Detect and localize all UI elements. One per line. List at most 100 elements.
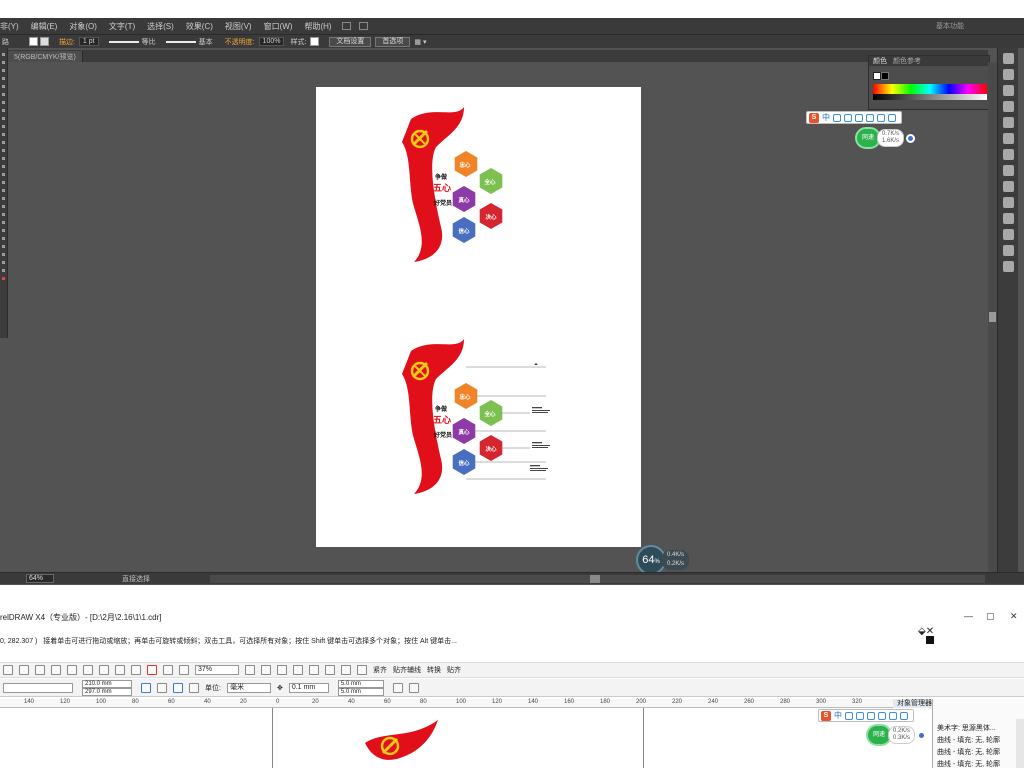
color-spectrum[interactable] bbox=[873, 84, 987, 100]
zoom-field[interactable]: 64% bbox=[26, 574, 54, 583]
horizontal-scroll-thumb[interactable] bbox=[590, 575, 600, 583]
menu-item-window[interactable]: 窗口(W) bbox=[258, 21, 299, 32]
color-guide-tab[interactable]: 颜色参考 bbox=[893, 56, 921, 66]
artboards-dock-icon[interactable] bbox=[1003, 213, 1014, 224]
ime-lang-label-2[interactable]: 中 bbox=[834, 710, 842, 721]
fill-swatch[interactable] bbox=[29, 37, 38, 46]
preferences-button[interactable]: 首选项 bbox=[375, 36, 411, 47]
document-tab[interactable]: 5(RGB/CMYK/预览) bbox=[8, 51, 83, 62]
paper-type-combo[interactable] bbox=[3, 682, 73, 693]
pathfinder-dock-icon[interactable] bbox=[1003, 261, 1014, 272]
nudge-field[interactable]: 0.1 mm bbox=[288, 682, 329, 693]
eraser-icon[interactable] bbox=[2, 141, 5, 144]
lasso-icon[interactable] bbox=[2, 77, 5, 80]
eyedropper-icon[interactable] bbox=[2, 213, 5, 216]
artboard-tool-icon[interactable] bbox=[2, 245, 5, 248]
workspace-switcher[interactable]: 基本功能 bbox=[936, 21, 964, 31]
menu-item-view[interactable]: 视图(V) bbox=[219, 21, 258, 32]
ime-moon-icon[interactable] bbox=[833, 113, 841, 122]
stroke-profile-uniform[interactable]: 等比 bbox=[142, 37, 156, 47]
treat-as-filled-icon[interactable] bbox=[392, 682, 403, 693]
zoom-in-icon[interactable] bbox=[245, 665, 255, 675]
blob-brush-icon[interactable] bbox=[2, 133, 5, 136]
ime-tools-icon-2[interactable] bbox=[900, 711, 908, 720]
horizontal-scrollbar[interactable] bbox=[210, 575, 985, 583]
vertical-scroll-thumb[interactable] bbox=[989, 312, 996, 322]
minimize-icon[interactable]: — bbox=[964, 611, 973, 621]
horizontal-ruler[interactable]: 140 120 100 80 60 40 20 0 20 40 60 80 10… bbox=[0, 699, 930, 708]
ime-user-icon[interactable] bbox=[866, 113, 874, 122]
zoom-tool-icon[interactable] bbox=[2, 269, 5, 272]
import-icon[interactable] bbox=[147, 665, 157, 675]
transparency-dock-icon[interactable] bbox=[1003, 149, 1014, 160]
menu-item-selection[interactable]: 选择(S) bbox=[141, 21, 180, 32]
stroke-label[interactable]: 描边: bbox=[59, 37, 75, 47]
portrait-icon[interactable] bbox=[141, 682, 151, 693]
undo-icon[interactable] bbox=[115, 665, 125, 675]
rotate-tool-icon[interactable] bbox=[2, 149, 5, 152]
align-dock-icon[interactable] bbox=[1003, 245, 1014, 256]
publish-pdf-icon[interactable] bbox=[179, 665, 189, 675]
close-icon[interactable]: ✕ bbox=[1010, 611, 1018, 622]
layers-dock-icon[interactable] bbox=[1003, 197, 1014, 208]
ime-tools-icon[interactable] bbox=[888, 113, 896, 122]
status-tool-label[interactable]: 直接选择 bbox=[122, 574, 150, 584]
landscape-icon[interactable] bbox=[157, 682, 167, 693]
object-manager-scrollbar[interactable] bbox=[1016, 719, 1024, 768]
ime-user-icon-2[interactable] bbox=[878, 711, 886, 720]
color-dock-icon[interactable] bbox=[1003, 53, 1014, 64]
perspective-icon[interactable] bbox=[2, 189, 5, 192]
snap-to-button[interactable]: 贴齐 bbox=[447, 665, 461, 675]
gradient-icon[interactable] bbox=[2, 205, 5, 208]
vertical-scrollbar[interactable] bbox=[988, 62, 997, 572]
zoom-page-icon[interactable] bbox=[277, 665, 287, 675]
mesh-icon[interactable] bbox=[2, 197, 5, 200]
stroke-weight-field[interactable]: 1 pt bbox=[78, 37, 99, 46]
slice-tool-icon[interactable] bbox=[2, 253, 5, 256]
ime-punct-icon-2[interactable] bbox=[856, 711, 864, 720]
swatches-dock-icon[interactable] bbox=[1003, 69, 1014, 80]
graphic-styles-dock-icon[interactable] bbox=[1003, 181, 1014, 192]
zoom-level-combo[interactable]: 37% bbox=[195, 665, 239, 675]
drawing-canvas[interactable] bbox=[8, 708, 930, 768]
type-tool-icon[interactable] bbox=[2, 93, 5, 96]
blend-icon[interactable] bbox=[2, 221, 5, 224]
fill-stroke-icon[interactable] bbox=[2, 277, 5, 280]
pen-tool-icon[interactable] bbox=[2, 85, 5, 88]
gradient-dock-icon[interactable] bbox=[1003, 133, 1014, 144]
options-icon[interactable] bbox=[408, 682, 419, 693]
graph-tool-icon[interactable] bbox=[2, 237, 5, 240]
style-swatch[interactable] bbox=[310, 37, 320, 46]
stroke-color-indicator-icon[interactable] bbox=[926, 636, 934, 644]
browser-icon-2[interactable] bbox=[917, 730, 927, 740]
direct-select-tool-icon[interactable] bbox=[2, 61, 5, 64]
new-doc-icon[interactable] bbox=[3, 665, 13, 675]
symbol-sprayer-icon[interactable] bbox=[2, 229, 5, 232]
ime-moon-icon-2[interactable] bbox=[845, 711, 853, 720]
unit-combo[interactable]: 毫米 bbox=[226, 682, 271, 693]
page-height-field[interactable]: 297.0 mm bbox=[82, 687, 132, 696]
object-row[interactable]: 美术字: 思源黑体... bbox=[933, 723, 1024, 735]
object-row[interactable]: 曲线 - 填充: 无, 轮廓 bbox=[933, 759, 1024, 768]
all-pages-icon[interactable] bbox=[173, 682, 183, 693]
object-row[interactable]: 曲线 - 填充: 无, 轮廓 bbox=[933, 747, 1024, 759]
page-width-field[interactable]: 210.0 mm bbox=[82, 679, 132, 688]
zoom-out-icon[interactable] bbox=[261, 665, 271, 675]
menu-item-select[interactable]: 非(Y) bbox=[0, 21, 25, 32]
zoom-width-icon[interactable] bbox=[293, 665, 303, 675]
paste-icon[interactable] bbox=[99, 665, 109, 675]
fill-color-swatch[interactable] bbox=[873, 72, 881, 80]
menu-item-effect[interactable]: 效果(C) bbox=[180, 21, 219, 32]
convert-button[interactable]: 转换 bbox=[427, 665, 441, 675]
brush-tool-icon[interactable] bbox=[2, 117, 5, 120]
menu-item-object[interactable]: 对象(O) bbox=[63, 21, 103, 32]
ime-keyboard-icon-2[interactable] bbox=[867, 711, 875, 720]
brush-basic[interactable]: 基本 bbox=[199, 37, 213, 47]
ime-skin-icon[interactable] bbox=[877, 113, 885, 122]
bridge-icon[interactable] bbox=[341, 22, 351, 30]
stroke-color-swatch[interactable] bbox=[881, 72, 889, 80]
warp-tool-icon[interactable] bbox=[2, 165, 5, 168]
free-transform-icon[interactable] bbox=[2, 173, 5, 176]
export-icon[interactable] bbox=[163, 665, 173, 675]
symbols-dock-icon[interactable] bbox=[1003, 101, 1014, 112]
